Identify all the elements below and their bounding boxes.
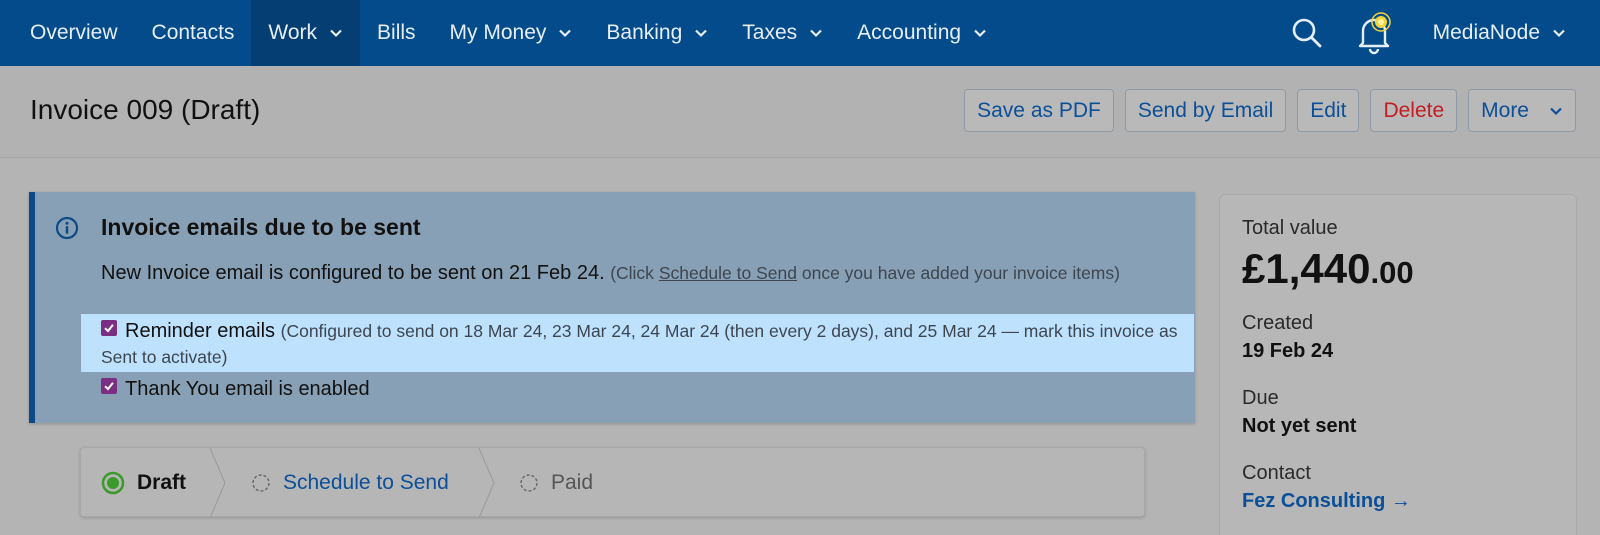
new-invoice-email-main: New Invoice email is configured to be se… — [101, 262, 605, 284]
note-post: once you have added your invoice items) — [801, 263, 1120, 283]
radio-selected-icon — [101, 471, 125, 495]
chevron-down-icon — [1550, 107, 1562, 115]
chevron-down-icon — [810, 29, 822, 38]
contact-label: Contact — [1242, 462, 1311, 484]
invoice-status-steps: Draft Schedule to Send Paid — [80, 447, 1145, 518]
bell-icon[interactable] — [1354, 0, 1394, 66]
total-value-label: Total value — [1242, 217, 1338, 239]
top-navigation: Overview Contacts Work Bills My Money Ba… — [0, 0, 1600, 66]
invoice-summary-card: Total value £1,440.00 Created 19 Feb 24 … — [1219, 194, 1577, 535]
nav-work[interactable]: Work — [251, 0, 361, 66]
chevron-down-icon — [1553, 29, 1565, 38]
nav-accounting-label: Accounting — [857, 21, 962, 44]
schedule-to-send-link[interactable]: Schedule to Send — [659, 263, 797, 283]
thank-you-email-row: Thank You email is enabled — [101, 376, 370, 402]
edit-label: Edit — [1310, 98, 1347, 122]
step-schedule-to-send[interactable]: Schedule to Send — [251, 448, 449, 518]
step-schedule-label: Schedule to Send — [283, 471, 449, 494]
nav-bills[interactable]: Bills — [360, 0, 433, 66]
nav-my-money-label: My Money — [449, 21, 547, 44]
step-paid[interactable]: Paid — [519, 448, 593, 518]
thank-you-email-checkbox[interactable] — [101, 378, 117, 394]
created-value: 19 Feb 24 — [1242, 340, 1334, 362]
nav-banking-label: Banking — [606, 21, 683, 44]
more-label: More — [1481, 98, 1529, 122]
nav-contacts[interactable]: Contacts — [135, 0, 252, 66]
reminder-emails-checkbox[interactable] — [101, 320, 117, 336]
delete-button[interactable]: Delete — [1370, 89, 1458, 132]
page-header: Invoice 009 (Draft) Save as PDF Send by … — [0, 66, 1600, 158]
radio-empty-icon — [252, 474, 270, 492]
notice-title: Invoice emails due to be sent — [101, 214, 421, 240]
send-by-email-button[interactable]: Send by Email — [1124, 89, 1287, 132]
save-as-pdf-label: Save as PDF — [977, 98, 1101, 122]
nav-banking[interactable]: Banking — [589, 0, 725, 66]
new-invoice-email-note: (Click Schedule to Send once you have ad… — [610, 263, 1120, 283]
page-title: Invoice 009 (Draft) — [30, 94, 261, 125]
created-label: Created — [1242, 312, 1314, 334]
thank-you-email-label: Thank You email is enabled — [125, 378, 370, 400]
nav-my-money[interactable]: My Money — [433, 0, 590, 66]
nav-right-group: MediaNode — [1290, 0, 1600, 66]
nav-accounting[interactable]: Accounting — [840, 0, 1004, 66]
note-pre: (Click — [610, 263, 654, 283]
total-major: £1,440 — [1242, 245, 1371, 292]
chevron-down-icon — [330, 29, 342, 38]
nav-taxes[interactable]: Taxes — [725, 0, 840, 66]
step-separator — [209, 448, 226, 518]
total-minor: .00 — [1370, 255, 1414, 290]
save-as-pdf-button[interactable]: Save as PDF — [964, 89, 1114, 132]
nav-overview-label: Overview — [30, 21, 118, 44]
nav-contacts-label: Contacts — [151, 21, 235, 44]
due-value: Not yet sent — [1242, 415, 1357, 437]
info-icon — [55, 216, 79, 240]
step-draft[interactable]: Draft — [101, 448, 186, 518]
more-button[interactable]: More — [1468, 89, 1576, 132]
send-by-email-label: Send by Email — [1137, 98, 1274, 122]
email-notice-panel: Invoice emails due to be sent New Invoic… — [29, 192, 1195, 423]
user-menu[interactable]: MediaNode — [1416, 0, 1600, 66]
due-label: Due — [1242, 387, 1279, 409]
nav-overview[interactable]: Overview — [0, 0, 135, 66]
chevron-down-icon — [559, 29, 572, 38]
nav-work-label: Work — [268, 21, 318, 44]
step-paid-label: Paid — [551, 471, 594, 494]
reminder-emails-label: Reminder emails — [125, 320, 276, 342]
search-icon[interactable] — [1290, 0, 1324, 66]
chevron-down-icon — [695, 29, 708, 38]
step-separator — [478, 448, 495, 518]
reminder-emails-row: Reminder emails (Configured to send on 1… — [81, 314, 1194, 372]
edit-button[interactable]: Edit — [1297, 89, 1360, 132]
new-invoice-email-text: New Invoice email is configured to be se… — [101, 260, 1161, 286]
total-value-amount: £1,440.00 — [1242, 245, 1414, 293]
user-menu-label: MediaNode — [1432, 21, 1540, 44]
radio-empty-icon — [520, 474, 538, 492]
contact-link[interactable]: Fez Consulting → — [1242, 490, 1411, 513]
nav-taxes-label: Taxes — [742, 21, 798, 44]
delete-label: Delete — [1383, 98, 1445, 122]
reminder-emails-text: Reminder emails (Configured to send on 1… — [101, 318, 1181, 370]
chevron-down-icon — [974, 29, 986, 38]
nav-bills-label: Bills — [377, 21, 416, 44]
step-draft-label: Draft — [137, 471, 187, 494]
header-actions: Save as PDF Send by Email Edit Delete Mo… — [964, 89, 1576, 132]
